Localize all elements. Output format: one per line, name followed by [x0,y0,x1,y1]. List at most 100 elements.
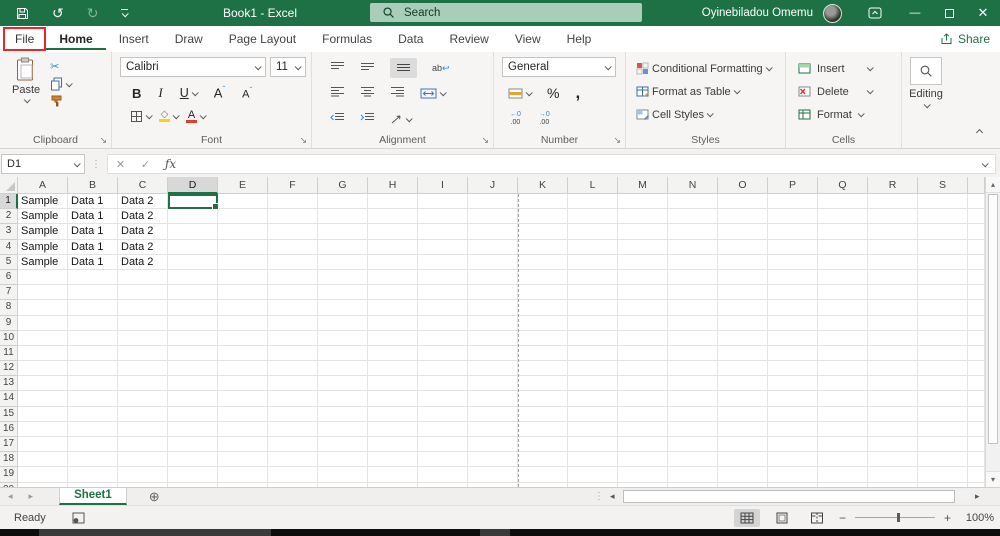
cell-D19[interactable] [168,467,218,483]
cell-N15[interactable] [668,406,718,422]
share-button[interactable]: Share [940,32,990,46]
cell-D5[interactable] [168,254,218,270]
cell-G14[interactable] [318,391,368,407]
cell-O16[interactable] [718,421,768,437]
cell-K16[interactable] [518,421,568,437]
cell-N13[interactable] [668,376,718,392]
column-header-B[interactable]: B [68,177,118,194]
cell-G2[interactable] [318,209,368,225]
tab-view[interactable]: View [502,28,554,50]
wrap-text-button[interactable]: ab↩ [432,63,450,74]
cell-B2[interactable]: Data 1 [68,209,118,225]
cell-K9[interactable] [518,315,568,331]
cell-J11[interactable] [468,345,518,362]
tab-formulas[interactable]: Formulas [309,28,385,50]
cancel-button[interactable]: ✕ [108,158,133,171]
cell-P5[interactable] [768,254,818,270]
cell-C5[interactable]: Data 2 [118,254,168,270]
cell-N8[interactable] [668,300,718,316]
row-header-11[interactable]: 11 [0,345,18,362]
cell-L8[interactable] [568,300,618,316]
cell-K15[interactable] [518,406,568,422]
cell-S17[interactable] [918,437,968,453]
row-header-2[interactable]: 2 [0,209,18,225]
cell-H5[interactable] [368,254,418,270]
cell-L19[interactable] [568,467,618,483]
decrease-decimal-button[interactable]: →0.00 [539,111,550,126]
cell-K11[interactable] [518,345,568,362]
cell-G4[interactable] [318,239,368,255]
cell-D7[interactable] [168,285,218,301]
cell-G3[interactable] [318,224,368,240]
cell-S6[interactable] [918,269,968,286]
name-box-splitter[interactable]: ⋮ [85,159,107,170]
cell-I19[interactable] [418,467,468,483]
borders-button[interactable] [130,110,153,123]
format-painter-button[interactable] [50,95,71,107]
row-header-10[interactable]: 10 [0,330,18,346]
cell-K14[interactable] [518,391,568,407]
avatar[interactable] [823,3,842,23]
cell-J8[interactable] [468,300,518,316]
align-left-button[interactable] [330,86,345,100]
cell-L9[interactable] [568,315,618,331]
cell-F11[interactable] [268,345,318,362]
cell-L11[interactable] [568,345,618,362]
cell-O14[interactable] [718,391,768,407]
cell-E18[interactable] [218,452,268,468]
horizontal-scrollbar-thumb[interactable] [623,490,955,503]
cell-D2[interactable] [168,209,218,225]
column-header-G[interactable]: G [318,177,368,194]
cell-M15[interactable] [618,406,668,422]
cell-H16[interactable] [368,421,418,437]
cell-J9[interactable] [468,315,518,331]
tab-draw[interactable]: Draw [162,28,216,50]
close-button[interactable]: ✕ [966,0,1000,26]
cell-D3[interactable] [168,224,218,240]
tab-help[interactable]: Help [554,28,605,50]
cell-N4[interactable] [668,239,718,255]
cell-N3[interactable] [668,224,718,240]
cell-O12[interactable] [718,361,768,377]
restore-button[interactable] [932,0,966,26]
cell-B13[interactable] [68,376,118,392]
cell-A11[interactable] [18,345,68,362]
cell-H14[interactable] [368,391,418,407]
page-break-preview-button[interactable] [804,509,830,527]
cell-A5[interactable]: Sample [18,254,68,270]
cell-G6[interactable] [318,269,368,286]
cell-E14[interactable] [218,391,268,407]
tab-scroll-splitter[interactable]: ⋮ [594,491,604,502]
cell-J17[interactable] [468,437,518,453]
cell-B15[interactable] [68,406,118,422]
cut-button[interactable]: ✂ [50,60,71,73]
row-header-6[interactable]: 6 [0,269,18,286]
cell-H3[interactable] [368,224,418,240]
cell-O6[interactable] [718,269,768,286]
cell-Q13[interactable] [818,376,868,392]
cell-E1[interactable] [218,194,268,210]
zoom-in-button[interactable]: + [944,511,951,525]
cell-C1[interactable]: Data 2 [118,194,168,210]
cell-E7[interactable] [218,285,268,301]
cell-G12[interactable] [318,361,368,377]
vertical-scrollbar[interactable]: ▴ ▾ [985,177,1000,487]
cell-M17[interactable] [618,437,668,453]
horizontal-scrollbar[interactable] [622,490,970,503]
next-sheet-button[interactable]: ▸ [21,491,42,502]
fill-color-button[interactable]: ◇ [159,110,180,123]
column-header-E[interactable]: E [218,177,268,194]
cell-E13[interactable] [218,376,268,392]
cell-M8[interactable] [618,300,668,316]
cell-S18[interactable] [918,452,968,468]
cell-S1[interactable] [918,194,968,210]
cell-A3[interactable]: Sample [18,224,68,240]
cell-R6[interactable] [868,269,918,286]
cell-O15[interactable] [718,406,768,422]
cell-H6[interactable] [368,269,418,286]
customize-quick-access-button[interactable] [121,9,130,18]
cell-L10[interactable] [568,330,618,346]
cell-B12[interactable] [68,361,118,377]
cell-M1[interactable] [618,194,668,210]
cell-N10[interactable] [668,330,718,346]
